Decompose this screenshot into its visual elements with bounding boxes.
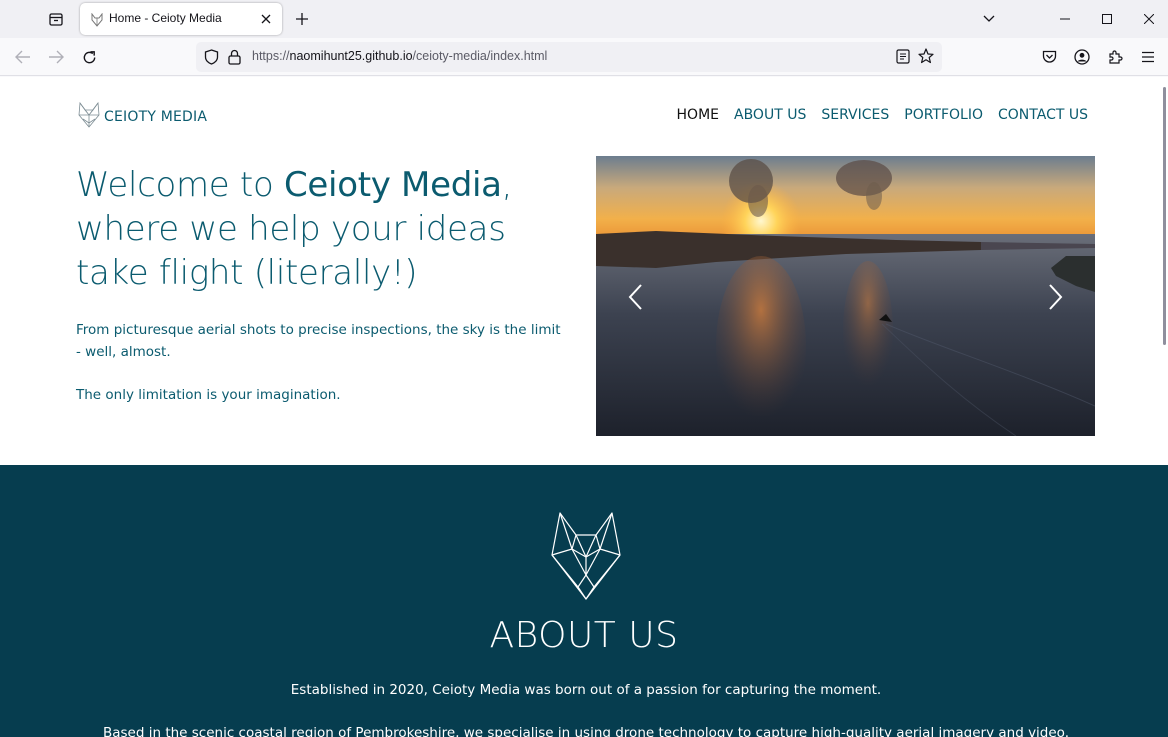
minimize-icon[interactable] bbox=[1054, 8, 1076, 30]
close-icon[interactable] bbox=[258, 11, 274, 27]
nav-services[interactable]: SERVICES bbox=[821, 107, 889, 123]
about-paragraph-1: Established in 2020, Ceioty Media was bo… bbox=[290, 682, 882, 698]
url-scheme: https:// bbox=[252, 49, 290, 63]
star-icon[interactable] bbox=[918, 48, 934, 68]
url-text[interactable]: https://naomihunt25.github.io/ceioty-med… bbox=[252, 49, 547, 63]
page-scrollbar[interactable] bbox=[1163, 87, 1166, 345]
address-bar[interactable]: https://naomihunt25.github.io/ceioty-med… bbox=[196, 42, 942, 72]
about-section: ABOUT US Established in 2020, Ceioty Med… bbox=[0, 465, 1168, 737]
wolf-icon bbox=[548, 509, 624, 605]
plus-icon[interactable] bbox=[292, 9, 312, 29]
menu-icon[interactable] bbox=[1137, 46, 1159, 68]
close-window-icon[interactable] bbox=[1138, 8, 1160, 30]
browser-tab-active[interactable]: Home - Ceioty Media bbox=[80, 3, 282, 35]
hero-title-brand: Ceioty Media bbox=[283, 165, 502, 205]
forward-icon[interactable] bbox=[45, 46, 67, 68]
hero-title: Welcome to Ceioty Media, where we help y… bbox=[76, 163, 576, 295]
reload-icon[interactable] bbox=[78, 46, 100, 68]
account-icon[interactable] bbox=[1071, 46, 1093, 68]
hero-carousel bbox=[596, 156, 1095, 436]
about-title: ABOUT US bbox=[489, 615, 679, 656]
hero-paragraph-2: The only limitation is your imagination. bbox=[76, 387, 341, 403]
lock-icon[interactable] bbox=[228, 49, 241, 69]
wolf-icon bbox=[90, 12, 104, 27]
navigation-toolbar: https://naomihunt25.github.io/ceioty-med… bbox=[0, 38, 1168, 76]
tab-title: Home - Ceioty Media bbox=[109, 11, 222, 25]
back-icon[interactable] bbox=[12, 46, 34, 68]
extensions-icon[interactable] bbox=[1104, 46, 1126, 68]
tab-strip: Home - Ceioty Media bbox=[0, 0, 1168, 38]
nav-contact-us[interactable]: CONTACT US bbox=[998, 107, 1088, 123]
nav-portfolio[interactable]: PORTFOLIO bbox=[904, 107, 983, 123]
url-host: naomihunt25.github.io bbox=[289, 49, 413, 63]
reader-view-icon[interactable] bbox=[896, 49, 910, 68]
shield-icon[interactable] bbox=[204, 49, 219, 69]
nav-about-us[interactable]: ABOUT US bbox=[734, 107, 806, 123]
web-page: CEIOTY MEDIA HOME ABOUT US SERVICES PORT… bbox=[0, 77, 1168, 737]
carousel-next-icon[interactable] bbox=[1041, 280, 1071, 314]
pocket-icon[interactable] bbox=[1038, 46, 1060, 68]
site-nav: HOME ABOUT US SERVICES PORTFOLIO CONTACT… bbox=[677, 107, 1088, 123]
chevron-down-icon[interactable] bbox=[978, 8, 1000, 30]
carousel-image bbox=[596, 156, 1095, 436]
site-logo[interactable]: CEIOTY MEDIA bbox=[77, 101, 207, 133]
hero-paragraph-1: From picturesque aerial shots to precise… bbox=[76, 322, 561, 360]
maximize-icon[interactable] bbox=[1096, 8, 1118, 30]
wolf-icon bbox=[77, 101, 101, 133]
tab-list-icon[interactable] bbox=[44, 8, 68, 30]
site-logo-text: CEIOTY MEDIA bbox=[104, 109, 208, 125]
url-path: /ceioty-media/index.html bbox=[412, 49, 548, 63]
about-paragraph-2: Based in the scenic coastal region of Pe… bbox=[102, 725, 1069, 737]
nav-home[interactable]: HOME bbox=[677, 107, 719, 123]
carousel-prev-icon[interactable] bbox=[620, 280, 650, 314]
hero-title-pre: Welcome to bbox=[76, 165, 284, 205]
